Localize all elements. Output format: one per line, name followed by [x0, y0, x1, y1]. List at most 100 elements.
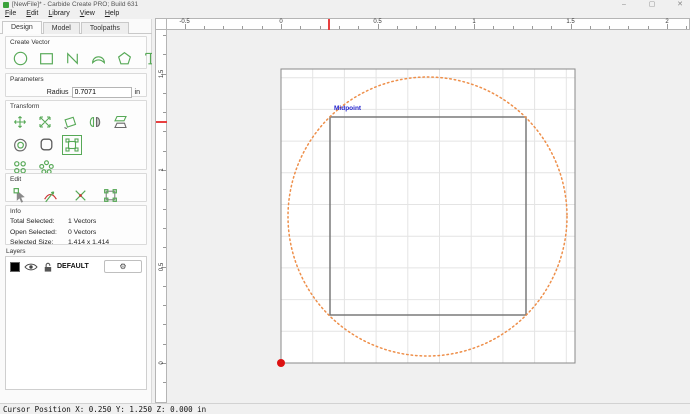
rotate-icon — [64, 116, 77, 130]
mirror-tool-button[interactable] — [85, 112, 105, 132]
ruler-tick — [163, 150, 166, 152]
ruler-label: 0 — [159, 361, 165, 365]
info-title: Info — [10, 208, 21, 215]
ruler-tick — [589, 26, 591, 29]
menu-help[interactable]: Help — [100, 10, 124, 18]
radius-label: Radius — [46, 89, 69, 96]
ruler-tick — [163, 112, 166, 114]
menu-file[interactable]: File — [0, 10, 21, 18]
close-icon[interactable]: ✕ — [674, 0, 686, 10]
layer-color-swatch[interactable] — [10, 261, 20, 272]
ruler-label: 0.5 — [159, 262, 165, 271]
ruler-tick — [163, 34, 166, 36]
transform-group: Transform — [5, 100, 147, 175]
ruler-tick — [163, 285, 166, 287]
fillet-icon — [40, 138, 53, 151]
eye-icon[interactable] — [24, 262, 38, 272]
polygon-icon — [117, 51, 132, 65]
ruler-tick — [493, 26, 495, 29]
polyline-tool-button[interactable] — [62, 48, 83, 69]
ruler-label: 0.5 — [373, 19, 382, 25]
create-vector-title: Create Vector — [10, 39, 50, 46]
menu-library[interactable]: Library — [43, 10, 74, 18]
ruler-tick — [647, 26, 649, 29]
rectangle-tool-button[interactable] — [36, 48, 57, 69]
cursor-position-readout: Cursor Position X: 0.250 Y: 1.250 Z: 0.0… — [3, 404, 207, 414]
ruler-tick — [163, 305, 166, 307]
ruler-label: 1 — [159, 168, 165, 172]
ruler-tick — [358, 26, 360, 29]
move-icon — [14, 116, 26, 128]
edit-group: Edit — [5, 173, 147, 203]
layers-title: Layers — [6, 248, 26, 255]
info-group: Info Total Selected: 1 Vectors Open Sele… — [5, 205, 147, 246]
node-edit-tool-button[interactable] — [10, 185, 31, 206]
ruler-label: 1.5 — [159, 69, 165, 78]
ruler-tick — [551, 26, 553, 29]
design-sidebar: Design Model Toolpaths Create Vector Par… — [0, 19, 156, 403]
offset-tool-button[interactable] — [10, 134, 31, 155]
tab-model[interactable]: Model — [42, 22, 80, 34]
rotate-tool-button[interactable] — [60, 112, 80, 132]
trim-tool-button[interactable] — [40, 185, 61, 206]
join-icon — [104, 189, 117, 202]
ruler-tick — [163, 247, 166, 249]
menu-edit[interactable]: Edit — [21, 10, 43, 18]
node-edit-icon — [13, 188, 25, 203]
maximize-icon[interactable]: ▢ — [646, 0, 658, 10]
ruler-label: 1 — [472, 19, 476, 25]
origin-marker — [277, 359, 285, 367]
menu-view[interactable]: View — [75, 10, 100, 18]
info-row-open-selected: Open Selected: 0 Vectors — [10, 228, 142, 239]
scale-tool-button[interactable] — [35, 112, 55, 132]
curve-tool-button[interactable] — [88, 48, 109, 69]
gear-icon: ⚙ — [119, 262, 127, 271]
ruler-tick — [242, 26, 244, 29]
minimize-icon[interactable]: – — [618, 0, 630, 10]
tab-design[interactable]: Design — [2, 21, 42, 34]
layer-settings-button[interactable]: ⚙ — [104, 260, 142, 273]
ruler-tick — [435, 26, 437, 29]
resize-tool-button[interactable] — [62, 134, 82, 155]
circle-tool-button[interactable] — [10, 48, 31, 69]
ruler-vertical: 1.5 1 0.5 0 — [155, 30, 168, 403]
app-logo-icon — [3, 2, 9, 8]
ruler-tick — [628, 26, 630, 29]
ruler-tick — [338, 26, 340, 29]
ruler-tick — [163, 227, 166, 229]
info-label: Open Selected: — [10, 228, 57, 236]
offset-icon — [14, 138, 27, 152]
drawing-viewport[interactable]: Midpoint — [167, 30, 690, 403]
info-label: Selected Size: — [10, 239, 54, 246]
join-tool-button[interactable] — [100, 185, 121, 206]
ruler-horizontal: -0.5 0 0.5 1 1.5 2 — [167, 18, 690, 31]
ruler-tick — [531, 26, 533, 29]
circle-icon — [13, 51, 28, 66]
polygon-tool-button[interactable] — [114, 48, 135, 69]
break-icon — [75, 190, 86, 201]
curve-icon — [92, 56, 105, 65]
edit-title: Edit — [10, 176, 22, 183]
info-value: 0 Vectors — [68, 228, 97, 236]
stock-boundary — [281, 69, 575, 363]
tab-toolpaths[interactable]: Toolpaths — [80, 22, 129, 34]
ruler-tick — [163, 382, 166, 384]
move-tool-button[interactable] — [10, 112, 30, 132]
info-row-selected-size: Selected Size: 1.414 x 1.414 — [10, 238, 142, 249]
scale-icon — [39, 116, 51, 128]
radius-input[interactable] — [71, 87, 132, 98]
unlock-icon[interactable] — [42, 261, 53, 273]
layer-row[interactable]: DEFAULT ⚙ — [6, 257, 146, 276]
skew-icon — [114, 115, 127, 129]
break-tool-button[interactable] — [70, 185, 91, 206]
skew-tool-button[interactable] — [110, 112, 130, 132]
menu-bar: File Edit Library View Help — [0, 10, 690, 18]
polyline-icon — [67, 52, 78, 65]
info-row-total-selected: Total Selected: 1 Vectors — [10, 217, 142, 228]
parameters-group: Parameters Radius in — [5, 73, 147, 98]
transform-title: Transform — [10, 103, 40, 110]
fillet-tool-button[interactable] — [36, 134, 57, 155]
ruler-tick — [416, 26, 418, 29]
ruler-tick — [223, 26, 225, 29]
sidebar-tabs: Design Model Toolpaths — [0, 21, 152, 34]
